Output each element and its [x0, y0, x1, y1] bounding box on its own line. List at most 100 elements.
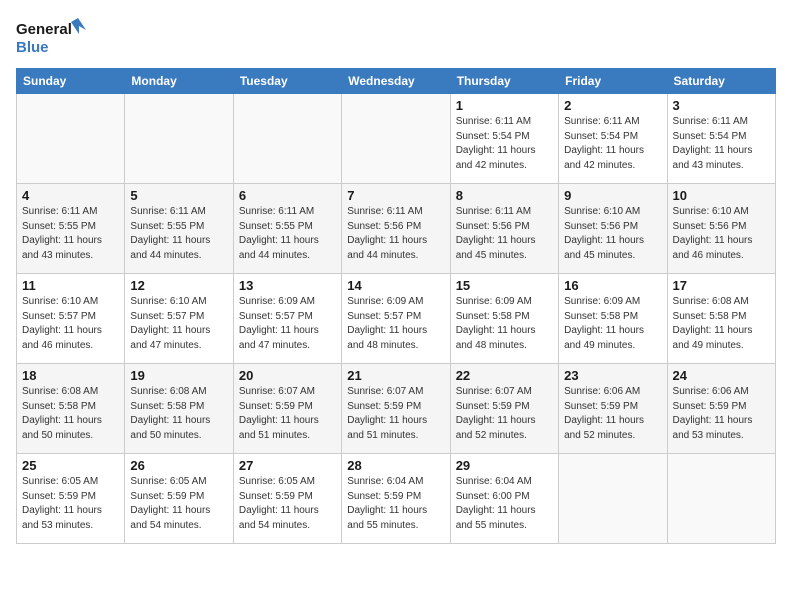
calendar-body: 1Sunrise: 6:11 AMSunset: 5:54 PMDaylight…: [17, 94, 776, 544]
calendar-cell: 7 Sunrise: 6:11 AMSunset: 5:56 PMDaylight…: [342, 184, 450, 274]
day-info: Sunrise: 6:11 AMSunset: 5:56 PMDaylight:…: [456, 205, 553, 263]
day-number: 7: [347, 188, 444, 203]
day-number: 22: [456, 368, 553, 383]
day-of-week-thursday: Thursday: [450, 69, 558, 94]
calendar-cell: 13 Sunrise: 6:09 AMSunset: 5:57 PMDayligh…: [233, 274, 341, 364]
day-number: 19: [130, 368, 227, 383]
calendar-cell: 15 Sunrise: 6:09 AMSunset: 5:58 PMDayligh…: [450, 274, 558, 364]
day-info: Sunrise: 6:05 AMSunset: 5:59 PMDaylight:…: [239, 475, 336, 533]
calendar-cell: 14Sunrise: 6:09 AMSunset: 5:57 PMDayligh…: [342, 274, 450, 364]
day-number: 2: [564, 98, 661, 113]
calendar-cell: 6 Sunrise: 6:11 AMSunset: 5:55 PMDaylight…: [233, 184, 341, 274]
calendar-cell: 1Sunrise: 6:11 AMSunset: 5:54 PMDaylight…: [450, 94, 558, 184]
day-info: Sunrise: 6:07 AMSunset: 5:59 PMDaylight:…: [347, 385, 444, 443]
day-of-week-sunday: Sunday: [17, 69, 125, 94]
day-of-week-monday: Monday: [125, 69, 233, 94]
day-info: Sunrise: 6:08 AMSunset: 5:58 PMDaylight:…: [130, 385, 227, 443]
day-of-week-saturday: Saturday: [667, 69, 775, 94]
day-number: 13: [239, 278, 336, 293]
day-info: Sunrise: 6:09 AMSunset: 5:58 PMDaylight:…: [564, 295, 661, 353]
day-info: Sunrise: 6:07 AMSunset: 5:59 PMDaylight:…: [239, 385, 336, 443]
calendar-cell: [17, 94, 125, 184]
day-number: 6: [239, 188, 336, 203]
week-row-3: 11Sunrise: 6:10 AMSunset: 5:57 PMDayligh…: [17, 274, 776, 364]
day-number: 17: [673, 278, 770, 293]
calendar-cell: 11Sunrise: 6:10 AMSunset: 5:57 PMDayligh…: [17, 274, 125, 364]
calendar-cell: 23 Sunrise: 6:06 AMSunset: 5:59 PMDayligh…: [559, 364, 667, 454]
day-info: Sunrise: 6:11 AMSunset: 5:56 PMDaylight:…: [347, 205, 444, 263]
calendar-cell: [559, 454, 667, 544]
day-number: 28: [347, 458, 444, 473]
calendar-cell: 3Sunrise: 6:11 AMSunset: 5:54 PMDaylight…: [667, 94, 775, 184]
day-info: Sunrise: 6:08 AMSunset: 5:58 PMDaylight:…: [22, 385, 119, 443]
calendar-cell: 17 Sunrise: 6:08 AMSunset: 5:58 PMDayligh…: [667, 274, 775, 364]
days-of-week-row: SundayMondayTuesdayWednesdayThursdayFrid…: [17, 69, 776, 94]
calendar-cell: 8 Sunrise: 6:11 AMSunset: 5:56 PMDaylight…: [450, 184, 558, 274]
calendar-cell: 29 Sunrise: 6:04 AMSunset: 6:00 PMDayligh…: [450, 454, 558, 544]
day-info: Sunrise: 6:04 AMSunset: 5:59 PMDaylight:…: [347, 475, 444, 533]
week-row-4: 18 Sunrise: 6:08 AMSunset: 5:58 PMDayligh…: [17, 364, 776, 454]
day-number: 14: [347, 278, 444, 293]
day-number: 12: [130, 278, 227, 293]
day-number: 24: [673, 368, 770, 383]
day-info: Sunrise: 6:06 AMSunset: 5:59 PMDaylight:…: [564, 385, 661, 443]
calendar-cell: 28 Sunrise: 6:04 AMSunset: 5:59 PMDayligh…: [342, 454, 450, 544]
day-number: 21: [347, 368, 444, 383]
day-number: 15: [456, 278, 553, 293]
day-number: 8: [456, 188, 553, 203]
logo: General Blue: [16, 16, 86, 60]
day-number: 29: [456, 458, 553, 473]
day-info: Sunrise: 6:09 AMSunset: 5:57 PMDaylight:…: [239, 295, 336, 353]
day-info: Sunrise: 6:11 AMSunset: 5:55 PMDaylight:…: [239, 205, 336, 263]
day-number: 5: [130, 188, 227, 203]
day-info: Sunrise: 6:11 AMSunset: 5:54 PMDaylight:…: [673, 115, 770, 173]
day-info: Sunrise: 6:09 AMSunset: 5:58 PMDaylight:…: [456, 295, 553, 353]
calendar-cell: 18 Sunrise: 6:08 AMSunset: 5:58 PMDayligh…: [17, 364, 125, 454]
day-info: Sunrise: 6:11 AMSunset: 5:55 PMDaylight:…: [22, 205, 119, 263]
calendar-cell: 19 Sunrise: 6:08 AMSunset: 5:58 PMDayligh…: [125, 364, 233, 454]
calendar-cell: 5 Sunrise: 6:11 AMSunset: 5:55 PMDaylight…: [125, 184, 233, 274]
calendar-cell: [667, 454, 775, 544]
calendar-cell: 25Sunrise: 6:05 AMSunset: 5:59 PMDayligh…: [17, 454, 125, 544]
day-number: 16: [564, 278, 661, 293]
day-number: 25: [22, 458, 119, 473]
calendar-header: SundayMondayTuesdayWednesdayThursdayFrid…: [17, 69, 776, 94]
week-row-2: 4 Sunrise: 6:11 AMSunset: 5:55 PMDaylight…: [17, 184, 776, 274]
calendar-cell: [125, 94, 233, 184]
week-row-5: 25 Sunrise: 6:05 AMSunset: 5:59 PMDayligh…: [17, 454, 776, 544]
day-number: 20: [239, 368, 336, 383]
calendar-cell: 16 Sunrise: 6:09 AMSunset: 5:58 PMDayligh…: [559, 274, 667, 364]
day-number: 23: [564, 368, 661, 383]
page-header: General Blue: [16, 16, 776, 60]
svg-text:Blue: Blue: [16, 39, 49, 56]
day-of-week-tuesday: Tuesday: [233, 69, 341, 94]
day-info: Sunrise: 6:04 AMSunset: 6:00 PMDaylight:…: [456, 475, 553, 533]
day-number: 18: [22, 368, 119, 383]
day-info: Sunrise: 6:08 AMSunset: 5:58 PMDaylight:…: [673, 295, 770, 353]
day-info: Sunrise: 6:10 AMSunset: 5:56 PMDaylight:…: [673, 205, 770, 263]
day-number: 4: [22, 188, 119, 203]
calendar-cell: 9Sunrise: 6:10 AMSunset: 5:56 PMDaylight…: [559, 184, 667, 274]
day-info: Sunrise: 6:11 AMSunset: 5:54 PMDaylight:…: [564, 115, 661, 173]
calendar-cell: 22 Sunrise: 6:07 AMSunset: 5:59 PMDayligh…: [450, 364, 558, 454]
day-number: 9: [564, 188, 661, 203]
day-of-week-wednesday: Wednesday: [342, 69, 450, 94]
calendar-table: SundayMondayTuesdayWednesdayThursdayFrid…: [16, 68, 776, 544]
logo-svg: General Blue: [16, 16, 86, 60]
calendar-cell: 12Sunrise: 6:10 AMSunset: 5:57 PMDayligh…: [125, 274, 233, 364]
calendar-cell: 21 Sunrise: 6:07 AMSunset: 5:59 PMDayligh…: [342, 364, 450, 454]
day-info: Sunrise: 6:11 AMSunset: 5:54 PMDaylight:…: [456, 115, 553, 173]
day-info: Sunrise: 6:10 AMSunset: 5:57 PMDaylight:…: [22, 295, 119, 353]
calendar-cell: 24 Sunrise: 6:06 AMSunset: 5:59 PMDayligh…: [667, 364, 775, 454]
day-info: Sunrise: 6:11 AMSunset: 5:55 PMDaylight:…: [130, 205, 227, 263]
calendar-cell: [342, 94, 450, 184]
calendar-cell: [233, 94, 341, 184]
day-info: Sunrise: 6:07 AMSunset: 5:59 PMDaylight:…: [456, 385, 553, 443]
day-number: 26: [130, 458, 227, 473]
calendar-cell: 26 Sunrise: 6:05 AMSunset: 5:59 PMDayligh…: [125, 454, 233, 544]
calendar-cell: 10Sunrise: 6:10 AMSunset: 5:56 PMDayligh…: [667, 184, 775, 274]
week-row-1: 1Sunrise: 6:11 AMSunset: 5:54 PMDaylight…: [17, 94, 776, 184]
day-info: Sunrise: 6:06 AMSunset: 5:59 PMDaylight:…: [673, 385, 770, 443]
day-of-week-friday: Friday: [559, 69, 667, 94]
day-info: Sunrise: 6:05 AMSunset: 5:59 PMDaylight:…: [130, 475, 227, 533]
